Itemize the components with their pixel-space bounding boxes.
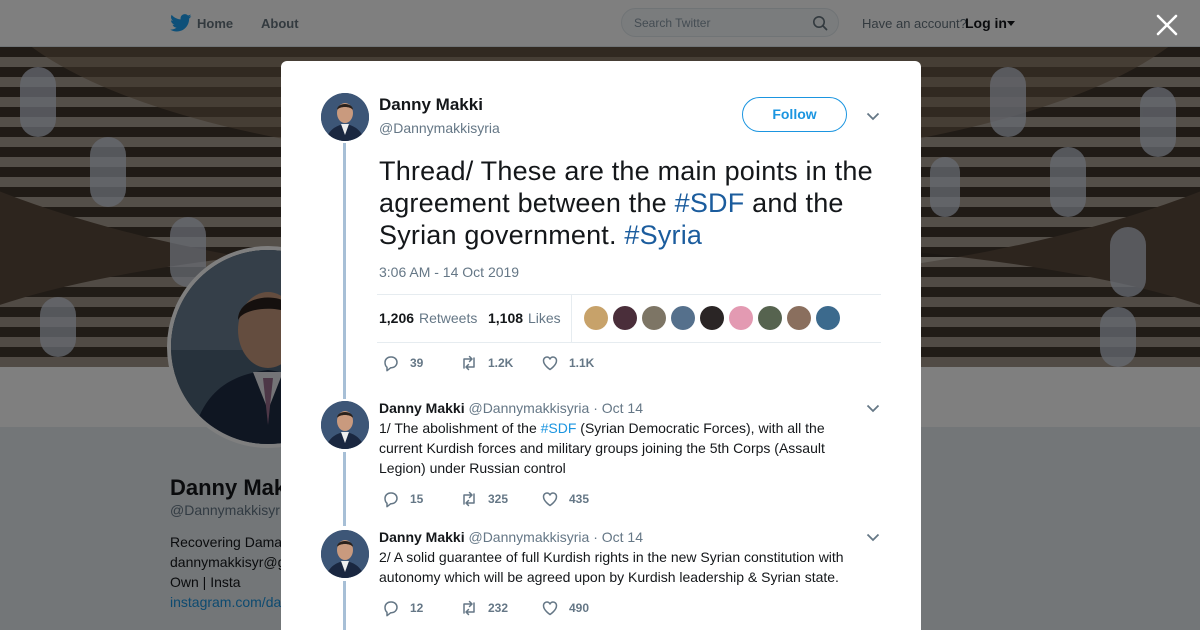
chevron-down-icon[interactable] (866, 112, 880, 121)
author-avatar[interactable] (321, 530, 369, 578)
reply-header: Danny Makki @Dannymakkisyria · Oct 14 (379, 400, 643, 416)
author-handle[interactable]: @Dannymakkisyria (468, 400, 589, 416)
author-name[interactable]: Danny Makki (379, 400, 465, 416)
retweet-icon[interactable] (460, 490, 478, 508)
reply-action[interactable]: 39 (382, 354, 442, 372)
author-handle[interactable]: @Dannymakkisyria (379, 120, 500, 136)
likes-label[interactable]: Likes (528, 310, 561, 326)
tweet-text: Thread/ These are the main points in the… (379, 155, 879, 251)
chevron-down-icon[interactable] (866, 404, 880, 413)
retweet-count: 325 (488, 492, 509, 506)
retweet-icon[interactable] (460, 354, 478, 372)
liker-avatar[interactable] (758, 306, 782, 330)
hashtag-link[interactable]: #SDF (675, 188, 745, 218)
tweet-thread-modal: Danny Makki @Dannymakkisyria Follow Thre… (281, 61, 921, 630)
stats-divider (571, 295, 572, 342)
reply-icon[interactable] (382, 354, 400, 372)
like-icon[interactable] (541, 599, 559, 617)
hashtag-link[interactable]: #Syria (624, 220, 702, 250)
liker-avatar[interactable] (816, 306, 840, 330)
author-avatar[interactable] (321, 93, 369, 141)
follow-button[interactable]: Follow (742, 97, 847, 132)
tweet-date[interactable]: · Oct 14 (593, 400, 643, 416)
reply-count: 39 (410, 356, 424, 370)
like-action[interactable]: 490 (541, 599, 611, 617)
tweet-text: 2/ A solid guarantee of full Kurdish rig… (379, 549, 844, 585)
like-icon[interactable] (541, 490, 559, 508)
like-count: 435 (569, 492, 590, 506)
author-avatar[interactable] (321, 401, 369, 449)
thread-line (343, 581, 346, 630)
tweet-stats: 1,206 Retweets 1,108 Likes (377, 294, 881, 343)
retweet-count: 1.2K (488, 356, 514, 370)
liker-avatar[interactable] (584, 306, 608, 330)
retweet-count: 232 (488, 601, 509, 615)
retweet-icon[interactable] (460, 599, 478, 617)
liker-avatar[interactable] (700, 306, 724, 330)
reply-count: 15 (410, 492, 424, 506)
reply-action[interactable]: 12 (382, 599, 442, 617)
thread-line (343, 452, 346, 526)
retweet-action[interactable]: 232 (460, 599, 530, 617)
reply-count: 12 (410, 601, 424, 615)
close-icon[interactable] (1154, 12, 1180, 38)
hashtag-link[interactable]: #SDF (541, 420, 577, 436)
retweets-label[interactable]: Retweets (419, 310, 477, 326)
like-count[interactable]: 1,108 (488, 310, 523, 326)
chevron-down-icon[interactable] (866, 533, 880, 542)
thread-line (343, 143, 346, 399)
liker-avatar[interactable] (613, 306, 637, 330)
liker-avatar[interactable] (671, 306, 695, 330)
author-handle[interactable]: @Dannymakkisyria (468, 529, 589, 545)
tweet-text-segment: 1/ The abolishment of the (379, 420, 541, 436)
liker-avatar[interactable] (729, 306, 753, 330)
tweet-text: 1/ The abolishment of the #SDF (Syrian D… (379, 418, 859, 478)
reply-icon[interactable] (382, 599, 400, 617)
author-name[interactable]: Danny Makki (379, 529, 465, 545)
tweet-timestamp[interactable]: 3:06 AM - 14 Oct 2019 (379, 264, 519, 280)
like-icon[interactable] (541, 354, 559, 372)
liker-avatar[interactable] (787, 306, 811, 330)
retweet-action[interactable]: 1.2K (460, 354, 530, 372)
tweet-date[interactable]: · Oct 14 (593, 529, 643, 545)
retweet-action[interactable]: 325 (460, 490, 530, 508)
author-name[interactable]: Danny Makki (379, 95, 483, 115)
retweet-count[interactable]: 1,206 (379, 310, 414, 326)
like-count: 1.1K (569, 356, 595, 370)
reply-header: Danny Makki @Dannymakkisyria · Oct 14 (379, 529, 643, 545)
reply-icon[interactable] (382, 490, 400, 508)
reply-action[interactable]: 15 (382, 490, 442, 508)
like-count: 490 (569, 601, 590, 615)
like-action[interactable]: 435 (541, 490, 611, 508)
liker-avatar[interactable] (642, 306, 666, 330)
like-action[interactable]: 1.1K (541, 354, 611, 372)
